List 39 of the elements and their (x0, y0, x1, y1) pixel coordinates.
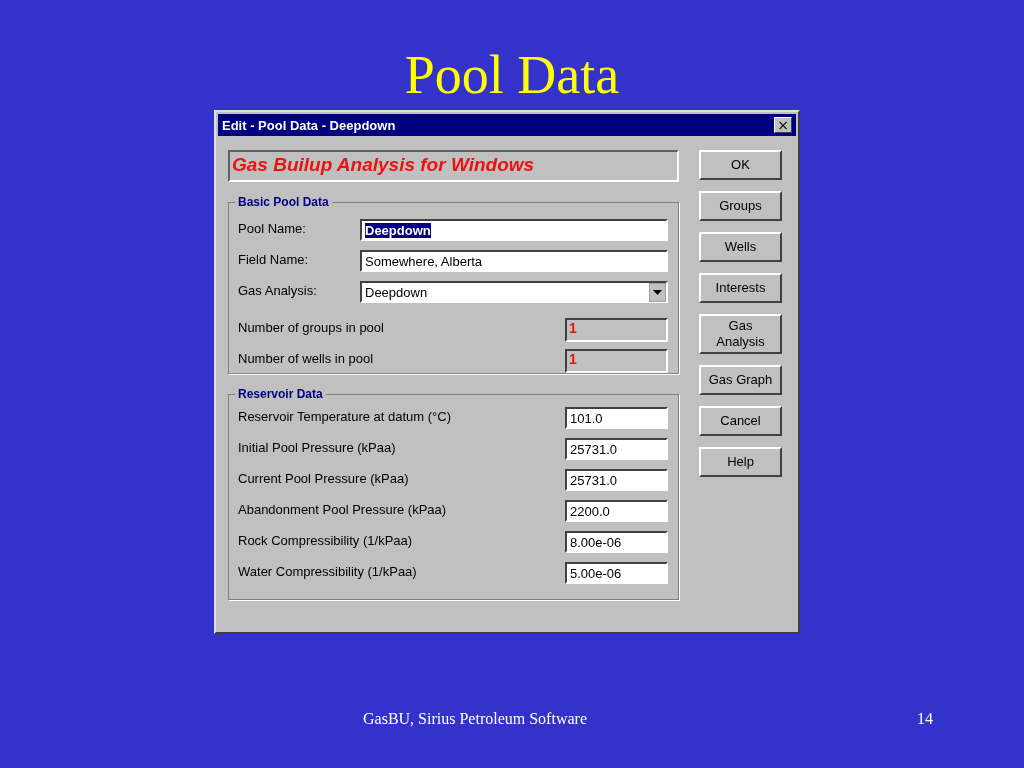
text-field[interactable]: Somewhere, Alberta (360, 250, 668, 272)
text-field[interactable]: 5.00e-06 (565, 562, 668, 584)
dialog-button[interactable]: Gas Analysis (699, 314, 782, 354)
field-label: Reservoir Temperature at datum (°C) (238, 408, 452, 424)
text-field[interactable]: 25731.0 (565, 438, 668, 460)
dropdown-field[interactable]: Deepdown (360, 281, 668, 303)
dropdown-arrow-icon[interactable] (649, 282, 666, 302)
close-button[interactable]: × (774, 117, 792, 133)
field-label: Field Name: (238, 251, 309, 267)
window-title: Edit - Pool Data - Deepdown (222, 117, 396, 133)
dialog-button[interactable]: Gas Graph (699, 365, 782, 395)
field-label: Water Compressibility (1/kPaa) (238, 563, 417, 579)
text-field[interactable]: 25731.0 (565, 469, 668, 491)
dialog-button[interactable]: Interests (699, 273, 782, 303)
field-label: Current Pool Pressure (kPaa) (238, 470, 409, 486)
field-label: Rock Compressibility (1/kPaa) (238, 532, 413, 548)
count-display: 1 (565, 349, 668, 373)
field-label: Number of wells in pool (238, 350, 374, 366)
banner-text: Gas Builup Analysis for Windows (228, 150, 679, 182)
footer-text: GasBU, Sirius Petroleum Software (363, 710, 587, 728)
dialog-button[interactable]: Help (699, 447, 782, 477)
dialog-button[interactable]: Cancel (699, 406, 782, 436)
field-label: Initial Pool Pressure (kPaa) (238, 439, 396, 455)
text-field[interactable]: Deepdown (360, 219, 668, 241)
group-title: Basic Pool Data (235, 195, 332, 209)
group-title: Reservoir Data (235, 387, 326, 401)
field-label: Abandonment Pool Pressure (kPaa) (238, 501, 447, 517)
slide-title: Pool Data (404, 44, 620, 106)
field-label: Number of groups in pool (238, 319, 384, 335)
text-field[interactable]: 101.0 (565, 407, 668, 429)
field-label: Pool Name: (238, 220, 306, 236)
text-field[interactable]: 8.00e-06 (565, 531, 668, 553)
dialog-button[interactable]: Wells (699, 232, 782, 262)
text-field[interactable]: 2200.0 (565, 500, 668, 522)
field-label: Gas Analysis: (238, 282, 317, 298)
count-display: 1 (565, 318, 668, 342)
dialog-button[interactable]: OK (699, 150, 782, 180)
dialog-button[interactable]: Groups (699, 191, 782, 221)
page-number: 14 (917, 710, 933, 728)
